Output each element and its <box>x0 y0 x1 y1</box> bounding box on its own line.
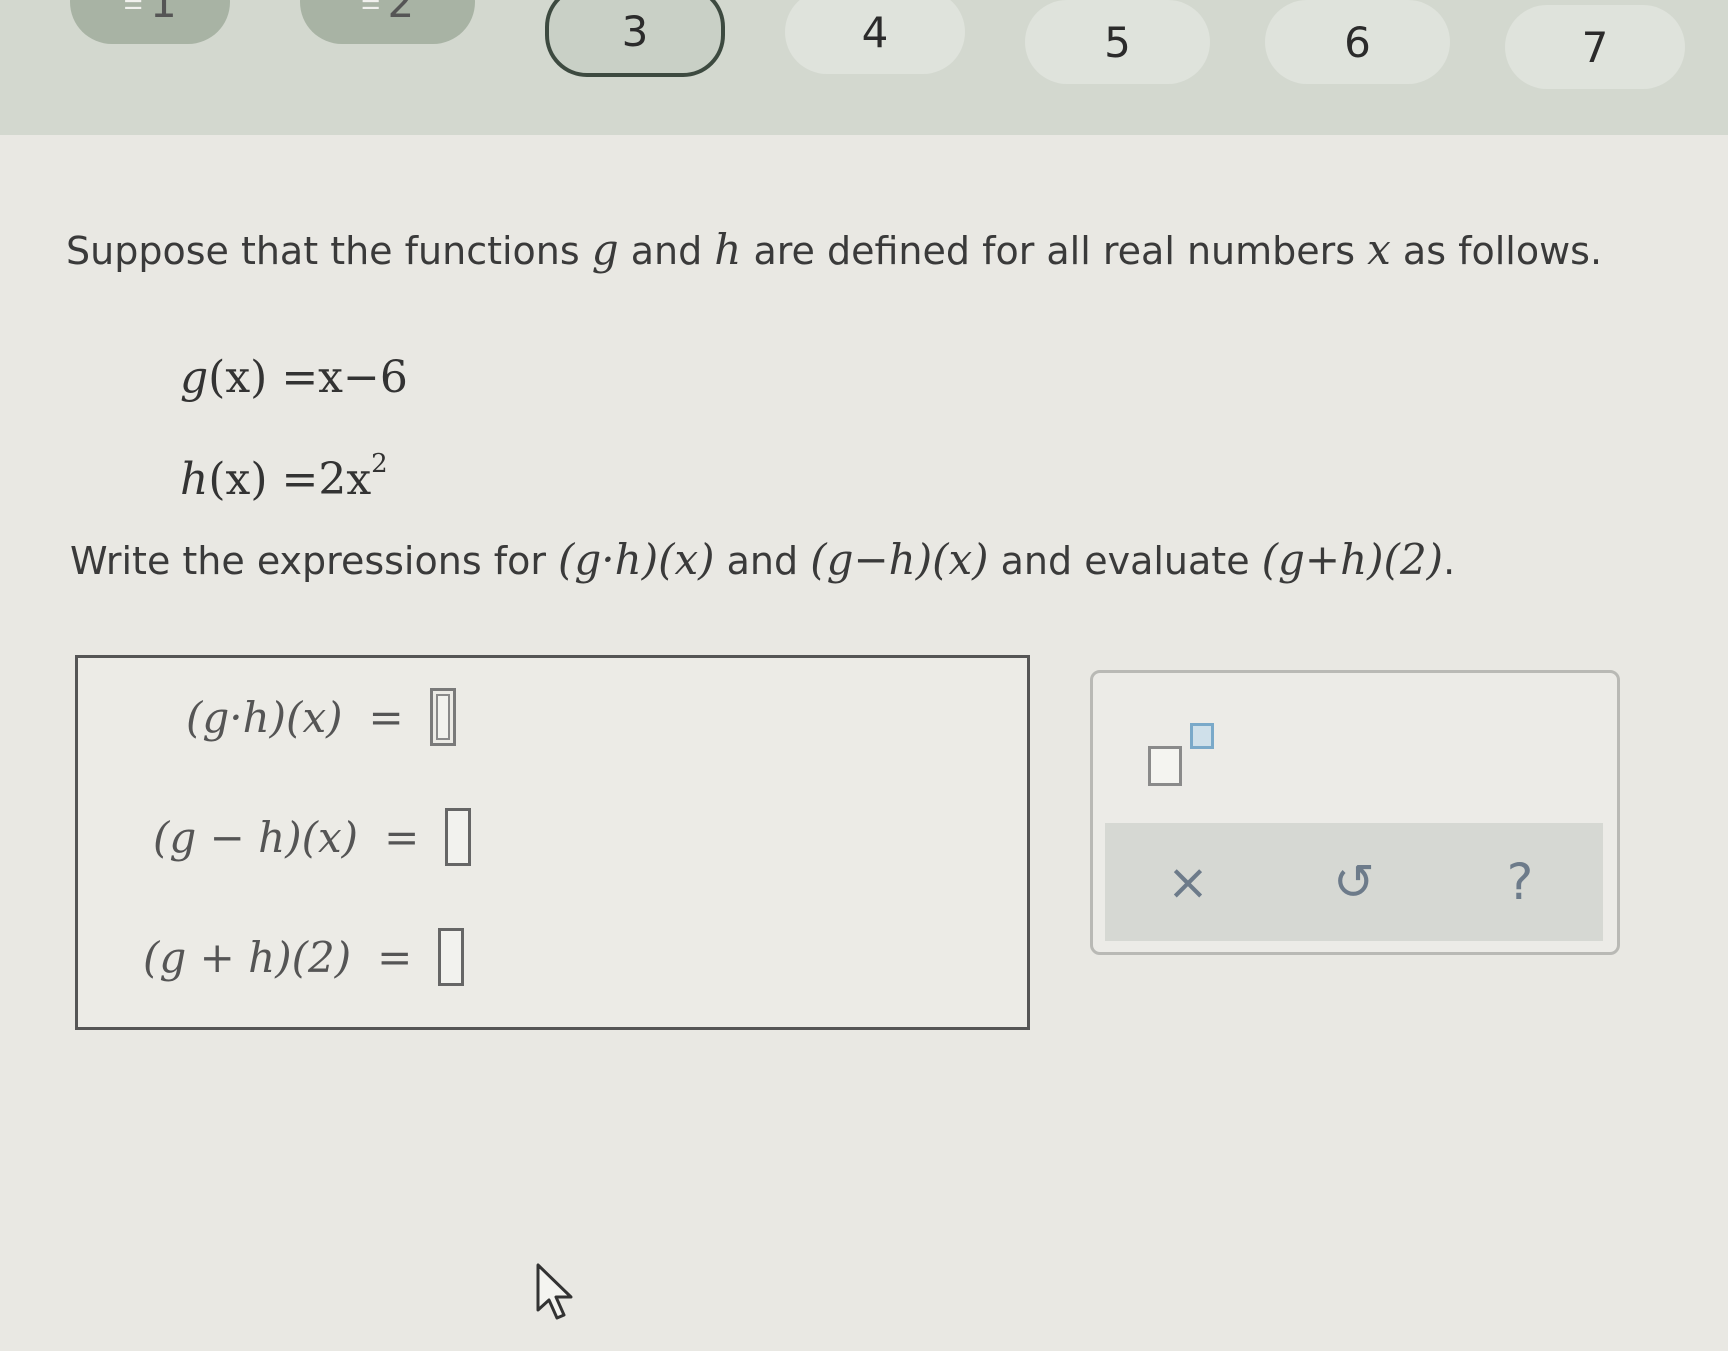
step-label: 1 <box>150 0 177 27</box>
page: ☰ 1 ☰ 2 3 4 5 6 7 Suppose that the funct… <box>0 0 1728 1351</box>
h-definition: h(x) =2x2 <box>180 449 388 505</box>
expr-product: (g·h)(x) <box>558 535 715 584</box>
completed-flag-icon: ☰ <box>123 0 143 15</box>
palette-actions: × ↺ ? <box>1105 823 1603 941</box>
step-7-button[interactable]: 7 <box>1505 5 1685 89</box>
answer-row-product: (g·h)(x) = <box>186 688 456 746</box>
mouse-pointer-icon <box>536 1263 573 1320</box>
step-6-button[interactable]: 6 <box>1265 0 1450 84</box>
math-tool-palette: × ↺ ? <box>1090 670 1620 955</box>
step-4-button[interactable]: 4 <box>785 0 965 74</box>
help-icon: ? <box>1506 853 1534 911</box>
answer-row-difference: (g − h)(x) = <box>153 808 472 866</box>
help-button[interactable]: ? <box>1480 842 1560 922</box>
step-2-button[interactable]: ☰ 2 <box>300 0 475 44</box>
exponent-power-icon <box>1190 723 1214 749</box>
question-step-nav: ☰ 1 ☰ 2 3 4 5 6 7 <box>0 0 1728 135</box>
step-label: 7 <box>1581 22 1609 72</box>
undo-button[interactable]: ↺ <box>1314 842 1394 922</box>
exponent-base-icon <box>1148 746 1182 786</box>
var-g: g <box>591 225 619 274</box>
step-label: 2 <box>387 0 415 27</box>
clear-button[interactable]: × <box>1148 842 1228 922</box>
answer-box: (g·h)(x) = (g − h)(x) = (g + h)(2) = <box>75 655 1030 1030</box>
difference-answer-input[interactable] <box>445 808 472 866</box>
sum-answer-input[interactable] <box>438 928 465 986</box>
question-instruction: Write the expressions for (g·h)(x) and (… <box>70 535 1456 584</box>
step-label: 4 <box>861 7 889 57</box>
exponent-button[interactable] <box>1148 721 1228 791</box>
step-label: 5 <box>1104 17 1131 67</box>
step-label: 6 <box>1344 17 1371 67</box>
expr-difference: (g−h)(x) <box>810 535 989 584</box>
step-5-button[interactable]: 5 <box>1025 0 1210 84</box>
question-prompt: Suppose that the functions g and h are d… <box>66 225 1603 274</box>
product-answer-input[interactable] <box>429 688 456 746</box>
answer-row-sum: (g + h)(2) = <box>143 928 465 986</box>
var-x: x <box>1367 225 1391 274</box>
step-label: 3 <box>621 6 649 56</box>
close-icon: × <box>1167 853 1209 911</box>
undo-icon: ↺ <box>1333 853 1375 911</box>
expr-sum-at-2: (g+h)(2) <box>1261 535 1444 584</box>
step-1-button[interactable]: ☰ 1 <box>70 0 230 44</box>
step-3-button[interactable]: 3 <box>545 0 725 77</box>
function-definitions: g(x) =x−6 h(x) =2x2 <box>180 335 408 523</box>
g-definition: g(x) =x−6 <box>180 352 408 403</box>
var-h: h <box>714 225 742 274</box>
completed-flag-icon: ☰ <box>360 0 381 15</box>
